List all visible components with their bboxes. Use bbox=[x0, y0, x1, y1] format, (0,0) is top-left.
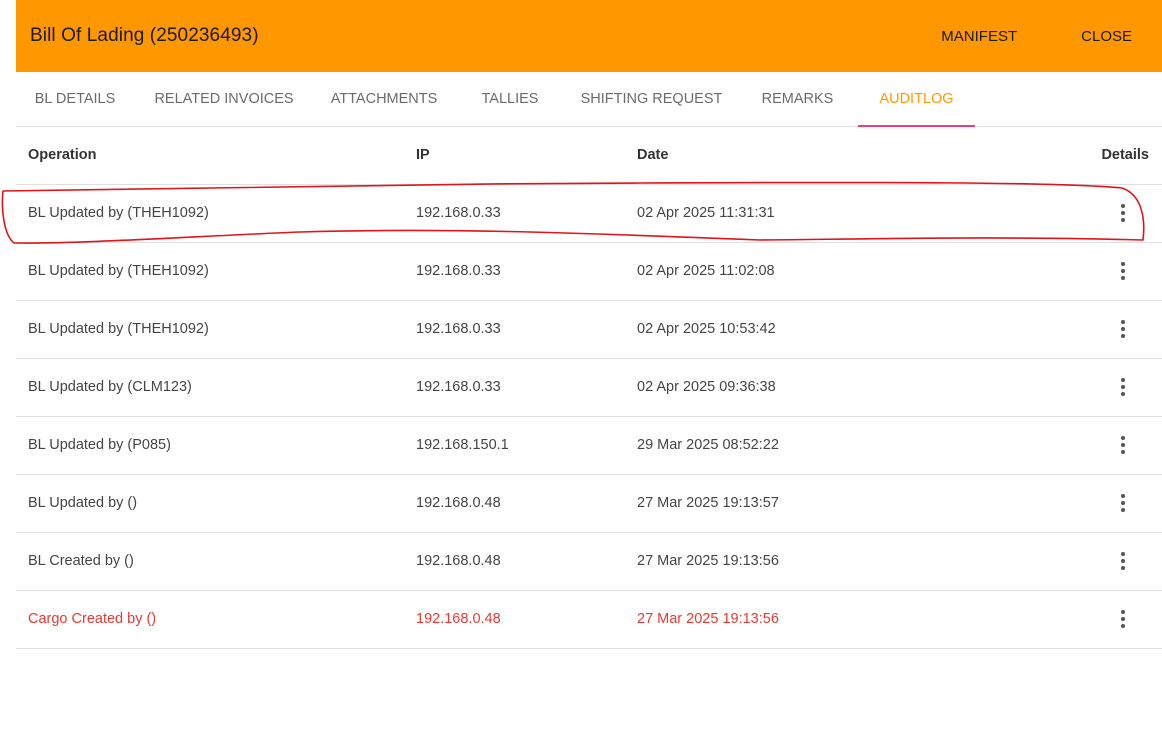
table-row: BL Updated by (CLM123) 192.168.0.33 02 A… bbox=[16, 358, 1162, 417]
column-header-operation: Operation bbox=[16, 127, 416, 185]
cell-ip: 192.168.0.48 bbox=[416, 474, 637, 533]
cell-details bbox=[1037, 242, 1162, 301]
cell-operation: BL Updated by (P085) bbox=[16, 416, 416, 475]
table-row: BL Created by () 192.168.0.48 27 Mar 202… bbox=[16, 532, 1162, 591]
dialog-title: Bill Of Lading (250236493) bbox=[30, 25, 259, 46]
cell-operation: BL Updated by () bbox=[16, 474, 416, 533]
tab-tallies[interactable]: TALLIES bbox=[454, 72, 566, 126]
cell-date: 29 Mar 2025 08:52:22 bbox=[637, 416, 1037, 475]
header-actions: MANIFEST CLOSE bbox=[941, 0, 1162, 72]
cell-date: 02 Apr 2025 09:36:38 bbox=[637, 358, 1037, 417]
cell-operation: BL Updated by (THEH1092) bbox=[16, 242, 416, 301]
cell-date: 27 Mar 2025 19:13:57 bbox=[637, 474, 1037, 533]
cell-operation: Cargo Created by () bbox=[16, 590, 416, 649]
column-header-details: Details bbox=[1037, 127, 1162, 185]
table-row: BL Updated by (THEH1092) 192.168.0.33 02… bbox=[16, 300, 1162, 359]
column-header-ip: IP bbox=[416, 127, 637, 185]
cell-details bbox=[1037, 358, 1162, 417]
cell-details bbox=[1037, 474, 1162, 533]
more-vert-icon[interactable] bbox=[1111, 491, 1135, 515]
cell-details bbox=[1037, 590, 1162, 649]
audit-log-table: Operation IP Date Details BL Updated by … bbox=[16, 127, 1162, 649]
more-vert-icon[interactable] bbox=[1111, 433, 1135, 457]
cell-ip: 192.168.0.33 bbox=[416, 300, 637, 359]
more-vert-icon[interactable] bbox=[1111, 259, 1135, 283]
table-row: BL Updated by (THEH1092) 192.168.0.33 02… bbox=[16, 242, 1162, 301]
more-vert-icon[interactable] bbox=[1111, 317, 1135, 341]
tab-bar: BL DETAILS RELATED INVOICES ATTACHMENTS … bbox=[16, 72, 1162, 127]
cell-date: 02 Apr 2025 11:02:08 bbox=[637, 242, 1037, 301]
cell-ip: 192.168.150.1 bbox=[416, 416, 637, 475]
cell-operation: BL Updated by (THEH1092) bbox=[16, 184, 416, 243]
bill-of-lading-dialog: Bill Of Lading (250236493) MANIFEST CLOS… bbox=[16, 0, 1162, 750]
tab-related-invoices[interactable]: RELATED INVOICES bbox=[134, 72, 314, 126]
more-vert-icon[interactable] bbox=[1111, 201, 1135, 225]
cell-details bbox=[1037, 300, 1162, 359]
tab-auditlog[interactable]: AUDITLOG bbox=[858, 72, 975, 127]
cell-ip: 192.168.0.33 bbox=[416, 242, 637, 301]
dialog-header: Bill Of Lading (250236493) MANIFEST CLOS… bbox=[16, 0, 1162, 72]
cell-details bbox=[1037, 184, 1162, 243]
cell-ip: 192.168.0.48 bbox=[416, 532, 637, 591]
cell-details bbox=[1037, 532, 1162, 591]
cell-date: 02 Apr 2025 11:31:31 bbox=[637, 184, 1037, 243]
tab-remarks[interactable]: REMARKS bbox=[737, 72, 858, 126]
more-vert-icon[interactable] bbox=[1111, 549, 1135, 573]
cell-date: 02 Apr 2025 10:53:42 bbox=[637, 300, 1037, 359]
table-header-row: Operation IP Date Details bbox=[16, 127, 1162, 185]
column-header-date: Date bbox=[637, 127, 1037, 185]
table-row: BL Updated by () 192.168.0.48 27 Mar 202… bbox=[16, 474, 1162, 533]
cell-details bbox=[1037, 416, 1162, 475]
tab-shifting-request[interactable]: SHIFTING REQUEST bbox=[566, 72, 737, 126]
tab-attachments[interactable]: ATTACHMENTS bbox=[314, 72, 454, 126]
manifest-button[interactable]: MANIFEST bbox=[941, 0, 1017, 72]
cell-operation: BL Updated by (THEH1092) bbox=[16, 300, 416, 359]
cell-ip: 192.168.0.33 bbox=[416, 184, 637, 243]
cell-date: 27 Mar 2025 19:13:56 bbox=[637, 532, 1037, 591]
more-vert-icon[interactable] bbox=[1111, 607, 1135, 631]
cell-ip: 192.168.0.33 bbox=[416, 358, 637, 417]
cell-operation: BL Updated by (CLM123) bbox=[16, 358, 416, 417]
more-vert-icon[interactable] bbox=[1111, 375, 1135, 399]
table-row: BL Updated by (THEH1092) 192.168.0.33 02… bbox=[16, 184, 1162, 243]
cell-ip: 192.168.0.48 bbox=[416, 590, 637, 649]
table-row-highlighted: Cargo Created by () 192.168.0.48 27 Mar … bbox=[16, 590, 1162, 649]
cell-operation: BL Created by () bbox=[16, 532, 416, 591]
tab-bl-details[interactable]: BL DETAILS bbox=[16, 72, 134, 126]
cell-date: 27 Mar 2025 19:13:56 bbox=[637, 590, 1037, 649]
table-row: BL Updated by (P085) 192.168.150.1 29 Ma… bbox=[16, 416, 1162, 475]
close-button[interactable]: CLOSE bbox=[1081, 0, 1132, 72]
